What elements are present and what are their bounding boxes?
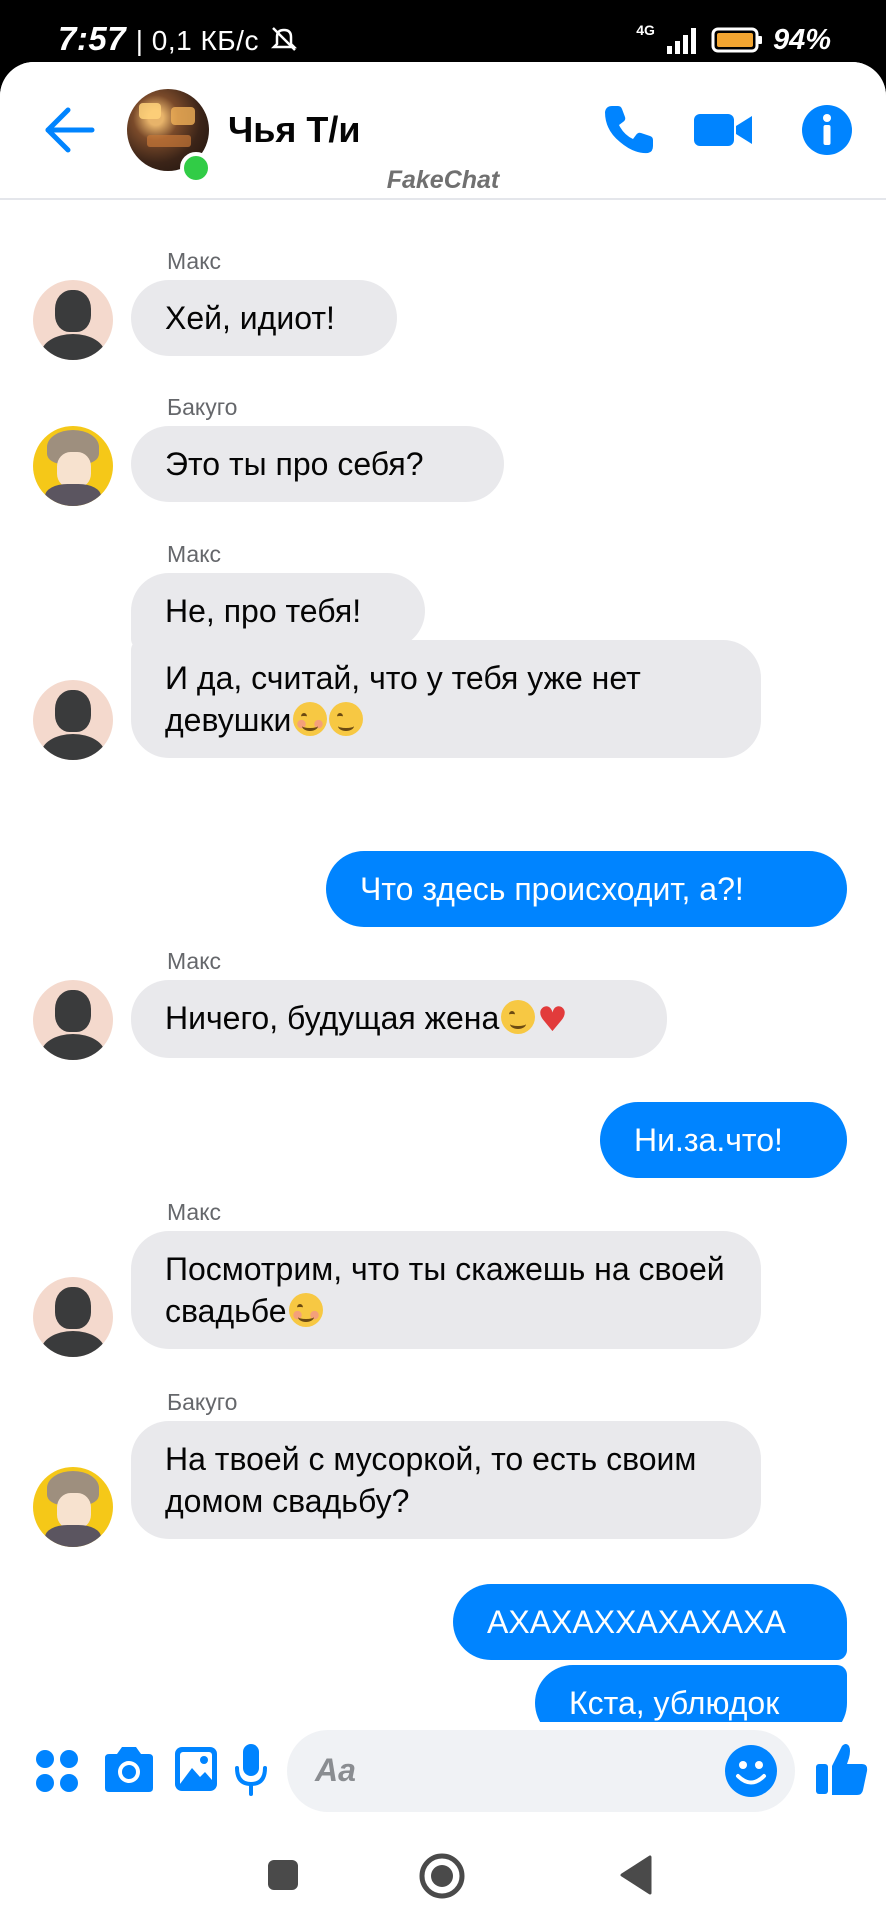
message-text: Ни.за.что!	[634, 1122, 783, 1158]
apps-menu-icon[interactable]	[34, 1748, 80, 1794]
status-time: 7:57 | 0,1 КБ/с	[58, 20, 299, 58]
watermark: FakeChat	[386, 166, 500, 194]
back-nav-icon[interactable]	[618, 1854, 654, 1896]
message-bubble[interactable]: Хей, идиот!	[131, 280, 397, 356]
sender-label: Макс	[167, 948, 222, 974]
signal-icon	[666, 28, 696, 54]
video-call-icon[interactable]	[690, 100, 756, 160]
message-bubble[interactable]: Не, про тебя!	[131, 573, 425, 649]
message-text: Ничего, будущая жена	[165, 1000, 500, 1036]
message-list[interactable]: Макс Хей, идиот! Бакуго Это ты про себя?…	[0, 200, 886, 1750]
contact-name[interactable]: Чья Т/и	[228, 109, 361, 151]
message-text: На твоей с мусоркой, то есть своим домом…	[165, 1441, 697, 1519]
sender-label: Макс	[167, 541, 222, 567]
info-icon[interactable]	[797, 100, 857, 160]
network-speed: | 0,1 КБ/с	[135, 25, 259, 56]
sender-label: Макс	[167, 248, 222, 274]
message-input-placeholder: Aa	[315, 1752, 356, 1788]
recent-apps-icon[interactable]	[266, 1858, 300, 1892]
home-icon[interactable]	[418, 1852, 466, 1900]
message-text: Это ты про себя?	[165, 446, 424, 482]
message-bubble[interactable]: Это ты про себя?	[131, 426, 504, 502]
like-thumbs-up-icon[interactable]	[814, 1740, 870, 1798]
message-text: Посмотрим, что ты скажешь на своей свадь…	[165, 1251, 725, 1329]
battery-icon	[711, 27, 762, 53]
chat-app: Чья Т/и FakeChat Макс Хей, идиот! Бакуго…	[0, 62, 886, 1920]
avatar[interactable]	[33, 280, 113, 360]
network-type: 4G	[636, 22, 655, 38]
status-right: 4G 94%	[636, 22, 831, 58]
avatar[interactable]	[33, 1277, 113, 1357]
heart-emoji-icon: ♥	[537, 1000, 568, 1040]
clock: 7:57	[58, 20, 127, 57]
message-text: Хей, идиот!	[165, 300, 335, 336]
message-text: Кста, ублюдок	[569, 1685, 780, 1721]
battery-percent: 94%	[772, 23, 831, 56]
message-text: Не, про тебя!	[165, 593, 362, 629]
sender-label: Бакуго	[167, 394, 238, 420]
sender-label: Макс	[167, 1199, 222, 1225]
message-bubble[interactable]: И да, считай, что у тебя уже нет девушки	[131, 640, 761, 758]
back-arrow-icon[interactable]	[40, 100, 100, 160]
sender-label: Бакуго	[167, 1389, 238, 1415]
avatar[interactable]	[33, 980, 113, 1060]
wink-emoji-icon	[501, 1000, 536, 1034]
message-text: АХАХАХХАХАХАХА	[487, 1604, 786, 1640]
message-text: И да, считай, что у тебя уже нет девушки	[165, 660, 641, 738]
avatar[interactable]	[33, 680, 113, 760]
system-navigation-bar	[0, 1840, 886, 1920]
gallery-icon[interactable]	[172, 1744, 220, 1794]
outgoing-message-bubble[interactable]: Ни.за.что!	[600, 1102, 847, 1178]
message-bubble[interactable]: Посмотрим, что ты скажешь на своей свадь…	[131, 1231, 761, 1349]
message-text: Что здесь происходит, а?!	[360, 871, 744, 907]
message-input[interactable]: Aa	[287, 1730, 795, 1812]
message-composer: Aa	[0, 1722, 886, 1822]
mute-icon	[270, 27, 297, 51]
microphone-icon[interactable]	[233, 1742, 269, 1798]
message-bubble[interactable]: На твоей с мусоркой, то есть своим домом…	[131, 1421, 761, 1539]
avatar[interactable]	[33, 1467, 113, 1547]
phone-icon[interactable]	[598, 100, 658, 160]
avatar[interactable]	[33, 426, 113, 506]
outgoing-message-bubble[interactable]: АХАХАХХАХАХАХА	[453, 1584, 847, 1660]
camera-icon[interactable]	[101, 1744, 157, 1796]
emoji-icon[interactable]	[723, 1743, 779, 1799]
smiling-blush-emoji-icon	[293, 702, 328, 736]
chat-header: Чья Т/и FakeChat	[0, 62, 886, 200]
outgoing-message-bubble[interactable]: Что здесь происходит, а?!	[326, 851, 847, 927]
message-bubble[interactable]: Ничего, будущая жена ♥	[131, 980, 667, 1058]
wink-emoji-icon	[329, 702, 364, 736]
smiling-blush-emoji-icon	[288, 1293, 323, 1327]
